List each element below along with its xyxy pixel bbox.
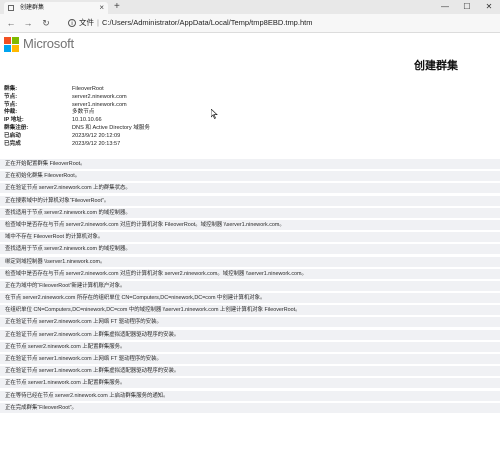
property-label: 群集注册: <box>4 124 29 131</box>
forward-icon[interactable]: → <box>22 17 34 29</box>
logo-square-red <box>4 37 11 44</box>
logo-square-green <box>12 37 19 44</box>
log-entry: 正在验证节点 server2.ninework.com 上的群集状态。 <box>0 183 500 194</box>
logo-square-blue <box>4 45 11 52</box>
browser-tab-bar: 创建群集 × + — ☐ ✕ <box>0 0 500 14</box>
operation-log: 正在开始配置群集 FileoverRoot。 正在初始化群集 FileoverRo… <box>0 159 500 415</box>
tab-close-icon[interactable]: × <box>99 2 104 14</box>
browser-tab[interactable]: 创建群集 × <box>4 2 108 14</box>
browser-toolbar: ← → ↻ i 文件 | C:/Users/Administrator/AppData… <box>0 14 500 33</box>
property-value: 多数节点 <box>72 109 95 116</box>
log-entry: 正在完成群集“FileoverRoot”。 <box>0 402 500 413</box>
tab-title: 创建群集 <box>20 5 45 11</box>
log-entry: 正在初始化群集 FileoverRoot。 <box>0 171 500 182</box>
back-icon[interactable]: ← <box>5 17 17 29</box>
minimize-icon[interactable]: — <box>434 0 456 14</box>
report-title: 创建群集 <box>414 60 458 72</box>
window-close-icon[interactable]: ✕ <box>478 0 500 14</box>
info-icon[interactable]: i <box>68 19 76 28</box>
maximize-icon[interactable]: ☐ <box>456 0 478 14</box>
log-entry: 正在搜索域中的计算机对象“FileoverRoot”。 <box>0 195 500 206</box>
property-label: 节点: <box>4 93 18 100</box>
address-scheme-label: 文件 <box>79 18 94 27</box>
log-entry: 正在为域中的“FileoverRoot”新建计算机账户对象。 <box>0 280 500 291</box>
log-entry: 正在验证节点 server2.ninework.com 上群集虚拟适配器驱动程序… <box>0 329 500 340</box>
property-label: IP 地址: <box>4 117 24 124</box>
property-label: 已完成 <box>4 140 21 147</box>
address-url[interactable]: C:/Users/Administrator/AppData/Local/Tem… <box>102 18 313 27</box>
log-entry: 域中不存在 FileoverRoot 的计算机对象。 <box>0 232 500 243</box>
log-entry: 正在节点 server1.ninework.com 上配置群集服务。 <box>0 378 500 389</box>
log-entry: 检查域中是否存在与节点 server2.ninework.com 对应的计算机对… <box>0 268 500 279</box>
property-value: DNS 和 Active Directory 域服务 <box>72 124 151 131</box>
address-separator: | <box>97 18 99 27</box>
property-value: FileoverRoot <box>72 86 104 92</box>
logo-square-yellow <box>12 45 19 52</box>
property-value: server2.ninework.com <box>72 93 127 100</box>
log-entry: 查找适用于节点 server2.ninework.com 的域控制器。 <box>0 244 500 255</box>
log-entry: 正在验证节点 server1.ninework.com 上网络 FT 驱动程序的… <box>0 354 500 364</box>
property-value: 10.10.10.66 <box>72 117 102 124</box>
property-value: 2023/9/12 20:12:09 <box>72 132 121 139</box>
property-label: 群集: <box>4 86 18 92</box>
property-value: 2023/9/12 20:13:57 <box>72 140 121 147</box>
log-entry: 在节点 server2.ninework.com 所存在的组织单位 CN=Com… <box>0 293 500 304</box>
log-entry: 正在节点 server2.ninework.com 上配置群集服务。 <box>0 341 500 352</box>
page-icon <box>8 5 14 11</box>
log-entry: 正在验证节点 server2.ninework.com 上网络 FT 驱动程序的… <box>0 317 500 328</box>
log-entry: 检查域中是否存在与节点 server2.ninework.com 对应的计算机对… <box>0 219 500 230</box>
new-tab-icon[interactable]: + <box>114 1 120 13</box>
logo-wordmark: Microsoft <box>23 36 74 51</box>
log-entry: 查找适用于节点 server2.ninework.com 的域控制器。 <box>0 207 500 218</box>
log-entry: 正在开始配置群集 FileoverRoot。 <box>0 159 500 169</box>
log-entry: 正在等待已经在节点 server2.ninework.com 上启动群集服务的通… <box>0 390 500 401</box>
log-entry: 在组织单位 CN=Computers,DC=ninework,DC=com 中的… <box>0 305 500 316</box>
property-label: 已启动 <box>4 132 21 139</box>
mouse-cursor-icon <box>210 108 218 121</box>
log-entry: 正在验证节点 server1.ninework.com 上群集虚拟适配器驱动程序… <box>0 366 500 377</box>
address-bar[interactable]: i 文件 | C:/Users/Administrator/AppData/Local… <box>68 17 312 29</box>
log-entry: 绑定到域控制器 \\server1.ninework.com。 <box>0 256 500 267</box>
reload-icon[interactable]: ↻ <box>40 17 52 29</box>
